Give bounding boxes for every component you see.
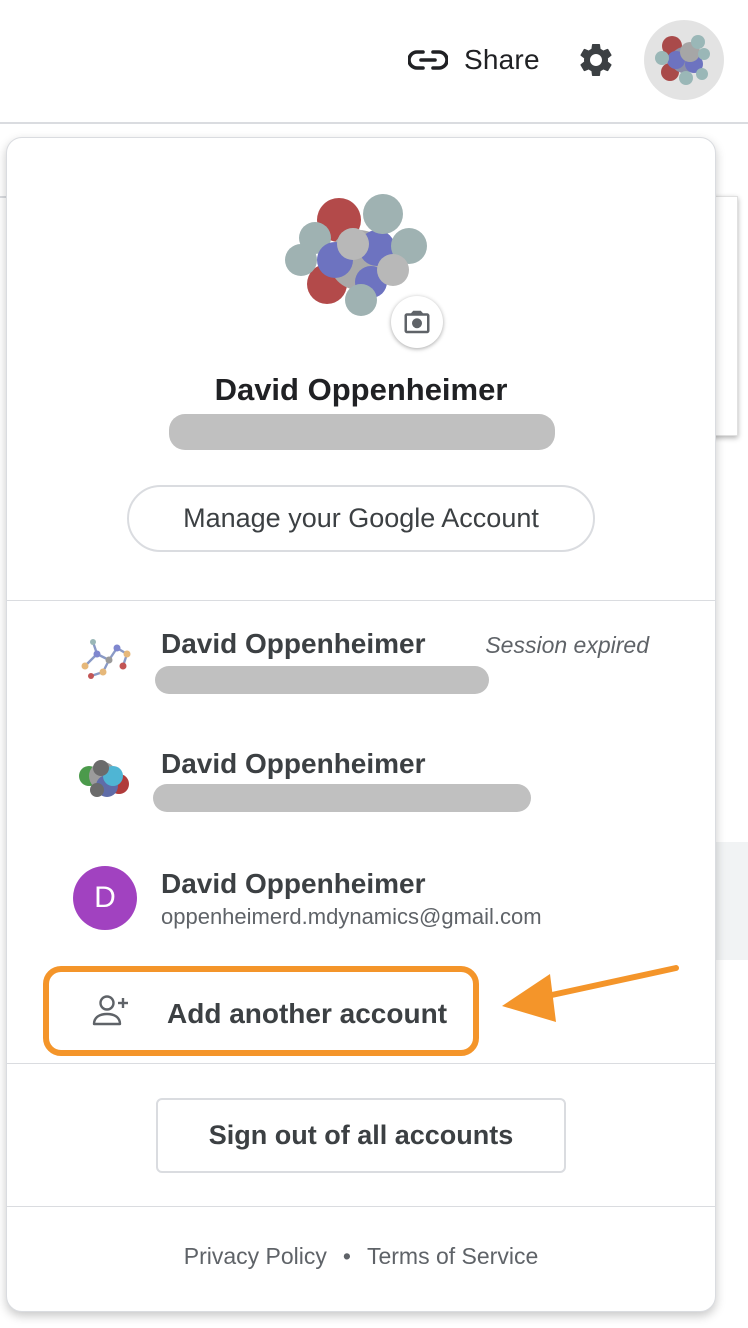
link-icon: [408, 50, 448, 70]
divider: [7, 1206, 715, 1207]
privacy-policy-link[interactable]: Privacy Policy: [184, 1243, 327, 1270]
molecule-avatar-icon: [655, 35, 710, 85]
change-photo-button[interactable]: [391, 296, 443, 348]
letter-avatar: D: [73, 866, 137, 930]
share-label: Share: [464, 44, 540, 75]
camera-icon: [404, 310, 430, 334]
gear-icon[interactable]: [576, 40, 616, 80]
terms-of-service-link[interactable]: Terms of Service: [367, 1243, 538, 1270]
account-item[interactable]: David Oppenheimer: [7, 728, 715, 840]
account-name: David Oppenheimer: [161, 628, 426, 659]
ball-and-stick-molecule-avatar: [81, 639, 131, 679]
sign-out-all-button[interactable]: Sign out of all accounts: [156, 1098, 566, 1173]
top-bar: Share: [0, 0, 748, 124]
add-another-account-button[interactable]: Add another account: [43, 966, 479, 1056]
arrow-left-icon: [502, 965, 679, 1022]
session-expired-label: Session expired: [485, 632, 649, 658]
share-button[interactable]: Share: [408, 36, 540, 84]
redacted-email: [155, 666, 489, 694]
space-filling-molecule-avatar: [79, 760, 129, 797]
divider: [7, 1063, 715, 1064]
account-avatar-button[interactable]: [644, 20, 724, 100]
account-name: David Oppenheimer: [161, 748, 426, 779]
manage-account-button[interactable]: Manage your Google Account: [127, 485, 595, 552]
account-email: oppenheimerd.mdynamics@gmail.com: [161, 904, 542, 929]
account-item[interactable]: D David Oppenheimer oppenheimerd.mdynami…: [7, 848, 715, 960]
footer-separator: •: [342, 1243, 351, 1269]
footer-links: Privacy Policy • Terms of Service: [7, 1243, 715, 1270]
current-account-name: David Oppenheimer: [214, 372, 508, 407]
account-menu-panel: David Oppenheimer Manage your Google Acc…: [6, 137, 716, 1312]
account-item[interactable]: David Oppenheimer Session expired: [7, 608, 715, 720]
redacted-email: [153, 784, 531, 812]
redacted-email: [169, 414, 555, 450]
divider: [7, 600, 715, 601]
account-name: David Oppenheimer: [161, 868, 426, 899]
person-add-icon: [92, 995, 128, 1026]
add-another-account-label: Add another account: [167, 998, 448, 1029]
